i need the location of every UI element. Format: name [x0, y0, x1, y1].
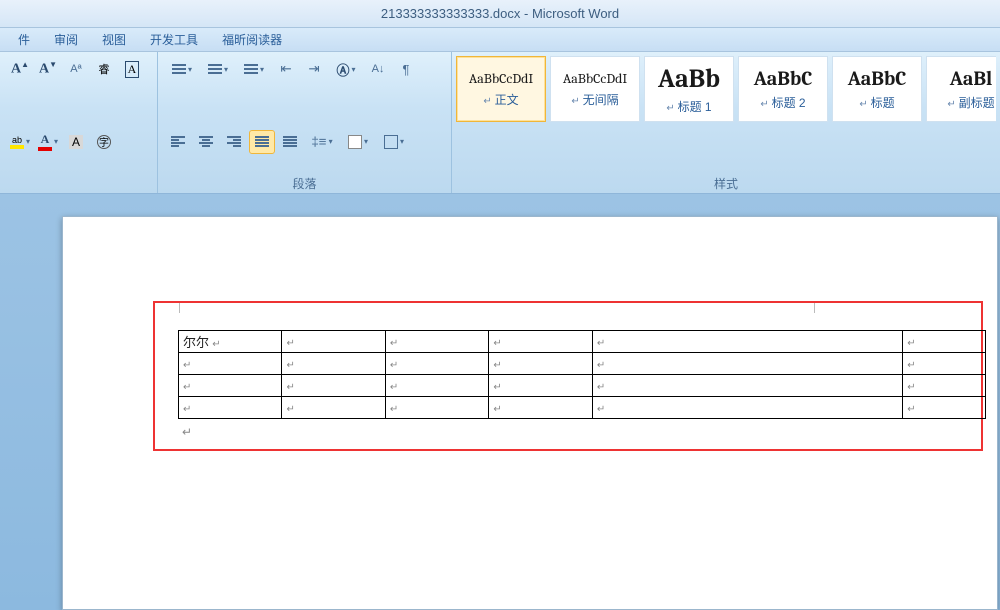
table-cell[interactable]: ↵ — [592, 375, 902, 397]
margin-mark-tl — [179, 301, 191, 313]
phonetic-guide-icon[interactable]: 睿 — [91, 57, 117, 81]
style-标题 2[interactable]: AaBbC 标题 2 — [738, 56, 828, 122]
style-preview: AaBbC — [848, 67, 907, 90]
table-cell[interactable]: ↵ — [592, 353, 902, 375]
bullets-icon[interactable] — [165, 57, 199, 81]
content-area[interactable]: 尔尔 ↵↵↵↵↵↵↵↵↵↵↵↵↵↵↵↵↵↵↵↵↵↵↵↵ ↵ — [178, 330, 986, 439]
char-border-icon[interactable]: A — [119, 57, 145, 81]
style-preview: AaBl — [950, 67, 992, 90]
shrink-font-icon[interactable]: A▼ — [35, 57, 61, 81]
table-cell[interactable]: ↵ — [385, 353, 488, 375]
table-cell[interactable]: ↵ — [179, 375, 282, 397]
table-cell[interactable]: ↵ — [385, 375, 488, 397]
table-cell[interactable]: ↵ — [592, 331, 902, 353]
style-name: 无间隔 — [571, 91, 618, 108]
styles-group: AaBbCcDdI 正文 AaBbCcDdI 无间隔 AaBb 标题 1 AaBbC 标题 2… — [452, 52, 1000, 193]
multilevel-icon[interactable] — [237, 57, 271, 81]
style-无间隔[interactable]: AaBbCcDdI 无间隔 — [550, 56, 640, 122]
margin-mark-tr — [803, 301, 815, 313]
style-preview: AaBbCcDdI — [563, 70, 627, 87]
menu-tab-1[interactable]: 审阅 — [42, 28, 90, 51]
table-cell[interactable]: ↵ — [903, 397, 986, 419]
table-cell[interactable]: ↵ — [592, 397, 902, 419]
clear-format-icon[interactable]: Aª — [63, 57, 89, 81]
highlight-icon[interactable]: ab — [7, 130, 33, 154]
shading-icon[interactable] — [341, 130, 375, 154]
enclose-char-icon[interactable]: 字 — [91, 130, 117, 154]
table-cell[interactable]: ↵ — [903, 331, 986, 353]
align-left-icon[interactable] — [165, 130, 191, 154]
indent-left-icon[interactable]: ⇤ — [273, 57, 299, 81]
menu-bar: 件审阅视图开发工具福昕阅读器 — [0, 28, 1000, 52]
menu-tab-0[interactable]: 件 — [6, 28, 42, 51]
title-bar: 213333333333333.docx - Microsoft Word — [0, 0, 1000, 28]
table-cell[interactable]: ↵ — [282, 375, 385, 397]
paragraph-group: ⇤⇥ⒶA↓¶ ‡≡ 段落 — [158, 52, 452, 193]
table-cell[interactable]: ↵ — [489, 375, 592, 397]
font-group: A▲A▼Aª睿AabAA字 — [0, 52, 158, 193]
paragraph-mark: ↵ — [182, 425, 986, 439]
style-preview: AaBbCcDdI — [469, 70, 533, 87]
style-副标题[interactable]: AaBl 副标题 — [926, 56, 996, 122]
indent-right-icon[interactable]: ⇥ — [301, 57, 327, 81]
window-title: 213333333333333.docx - Microsoft Word — [381, 6, 619, 21]
table-row[interactable]: ↵↵↵↵↵↵ — [179, 353, 986, 375]
table-cell[interactable]: ↵ — [179, 353, 282, 375]
align-justify-icon[interactable] — [249, 130, 275, 154]
distribute-icon[interactable] — [277, 130, 303, 154]
document-table[interactable]: 尔尔 ↵↵↵↵↵↵↵↵↵↵↵↵↵↵↵↵↵↵↵↵↵↵↵↵ — [178, 330, 986, 419]
table-row[interactable]: ↵↵↵↵↵↵ — [179, 397, 986, 419]
style-标题[interactable]: AaBbC 标题 — [832, 56, 922, 122]
line-spacing-icon[interactable]: ‡≡ — [305, 130, 339, 154]
style-name: 标题 1 — [666, 98, 711, 115]
document-canvas[interactable]: 尔尔 ↵↵↵↵↵↵↵↵↵↵↵↵↵↵↵↵↵↵↵↵↵↵↵↵ ↵ Baidu 经验 j… — [0, 194, 1000, 610]
table-cell[interactable]: ↵ — [903, 353, 986, 375]
style-标题 1[interactable]: AaBb 标题 1 — [644, 56, 734, 122]
table-cell[interactable]: ↵ — [903, 375, 986, 397]
styles-group-label: 样式 — [456, 173, 996, 191]
align-center-icon[interactable] — [193, 130, 219, 154]
style-preview: AaBbC — [754, 67, 813, 90]
table-row[interactable]: 尔尔 ↵↵↵↵↵↵ — [179, 331, 986, 353]
style-name: 标题 2 — [760, 94, 805, 111]
asian-layout-icon[interactable]: Ⓐ — [329, 57, 363, 81]
table-cell[interactable]: ↵ — [489, 331, 592, 353]
font-color-icon[interactable]: A — [35, 130, 61, 154]
table-cell[interactable]: ↵ — [489, 397, 592, 419]
grow-font-icon[interactable]: A▲ — [7, 57, 33, 81]
borders-icon[interactable] — [377, 130, 411, 154]
table-cell[interactable]: ↵ — [179, 397, 282, 419]
menu-tab-2[interactable]: 视图 — [90, 28, 138, 51]
numbering-icon[interactable] — [201, 57, 235, 81]
page[interactable]: 尔尔 ↵↵↵↵↵↵↵↵↵↵↵↵↵↵↵↵↵↵↵↵↵↵↵↵ ↵ — [62, 216, 998, 610]
font-group-label — [6, 173, 151, 191]
ribbon: A▲A▼Aª睿AabAA字 ⇤⇥ⒶA↓¶‡≡ 段落 AaBbCcDdI正文AaB… — [0, 52, 1000, 194]
show-marks-icon[interactable]: ¶ — [393, 57, 419, 81]
table-cell[interactable]: ↵ — [385, 397, 488, 419]
table-row[interactable]: ↵↵↵↵↵↵ — [179, 375, 986, 397]
menu-tab-3[interactable]: 开发工具 — [138, 28, 210, 51]
table-cell[interactable]: ↵ — [385, 331, 488, 353]
table-cell[interactable]: 尔尔 ↵ — [179, 331, 282, 353]
style-正文[interactable]: AaBbCcDdI 正文 — [456, 56, 546, 122]
paragraph-group-label: 段落 — [164, 173, 445, 191]
table-cell[interactable]: ↵ — [282, 353, 385, 375]
align-right-icon[interactable] — [221, 130, 247, 154]
table-cell[interactable]: ↵ — [282, 397, 385, 419]
table-cell[interactable]: ↵ — [489, 353, 592, 375]
char-shading-icon[interactable]: A — [63, 130, 89, 154]
table-cell[interactable]: ↵ — [282, 331, 385, 353]
sort-icon[interactable]: A↓ — [365, 57, 391, 81]
style-name: 标题 — [859, 94, 894, 111]
style-preview: AaBb — [658, 64, 720, 94]
menu-tab-4[interactable]: 福昕阅读器 — [210, 28, 294, 51]
style-name: 正文 — [483, 91, 518, 108]
style-name: 副标题 — [947, 94, 994, 111]
